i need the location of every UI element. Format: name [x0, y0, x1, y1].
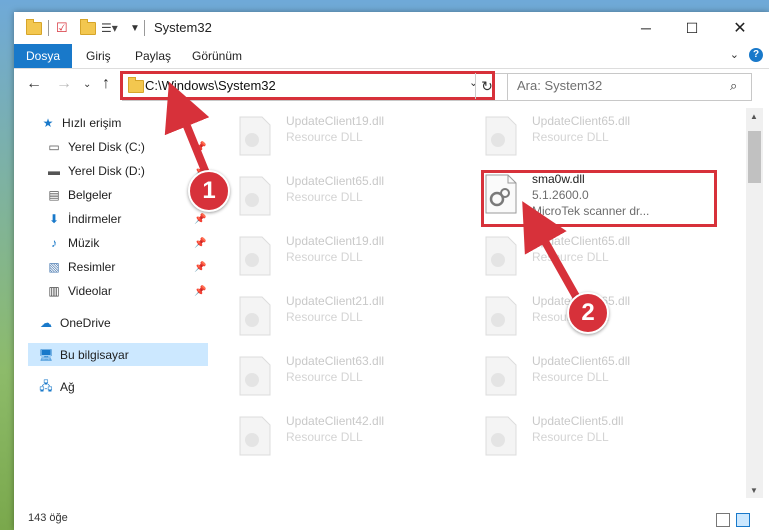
step-1-badge: 1 [188, 170, 230, 212]
annotation-arrows [164, 81, 582, 304]
step-2-badge: 2 [567, 292, 609, 334]
arrow-1 [164, 81, 212, 182]
arrow-2 [522, 201, 582, 304]
